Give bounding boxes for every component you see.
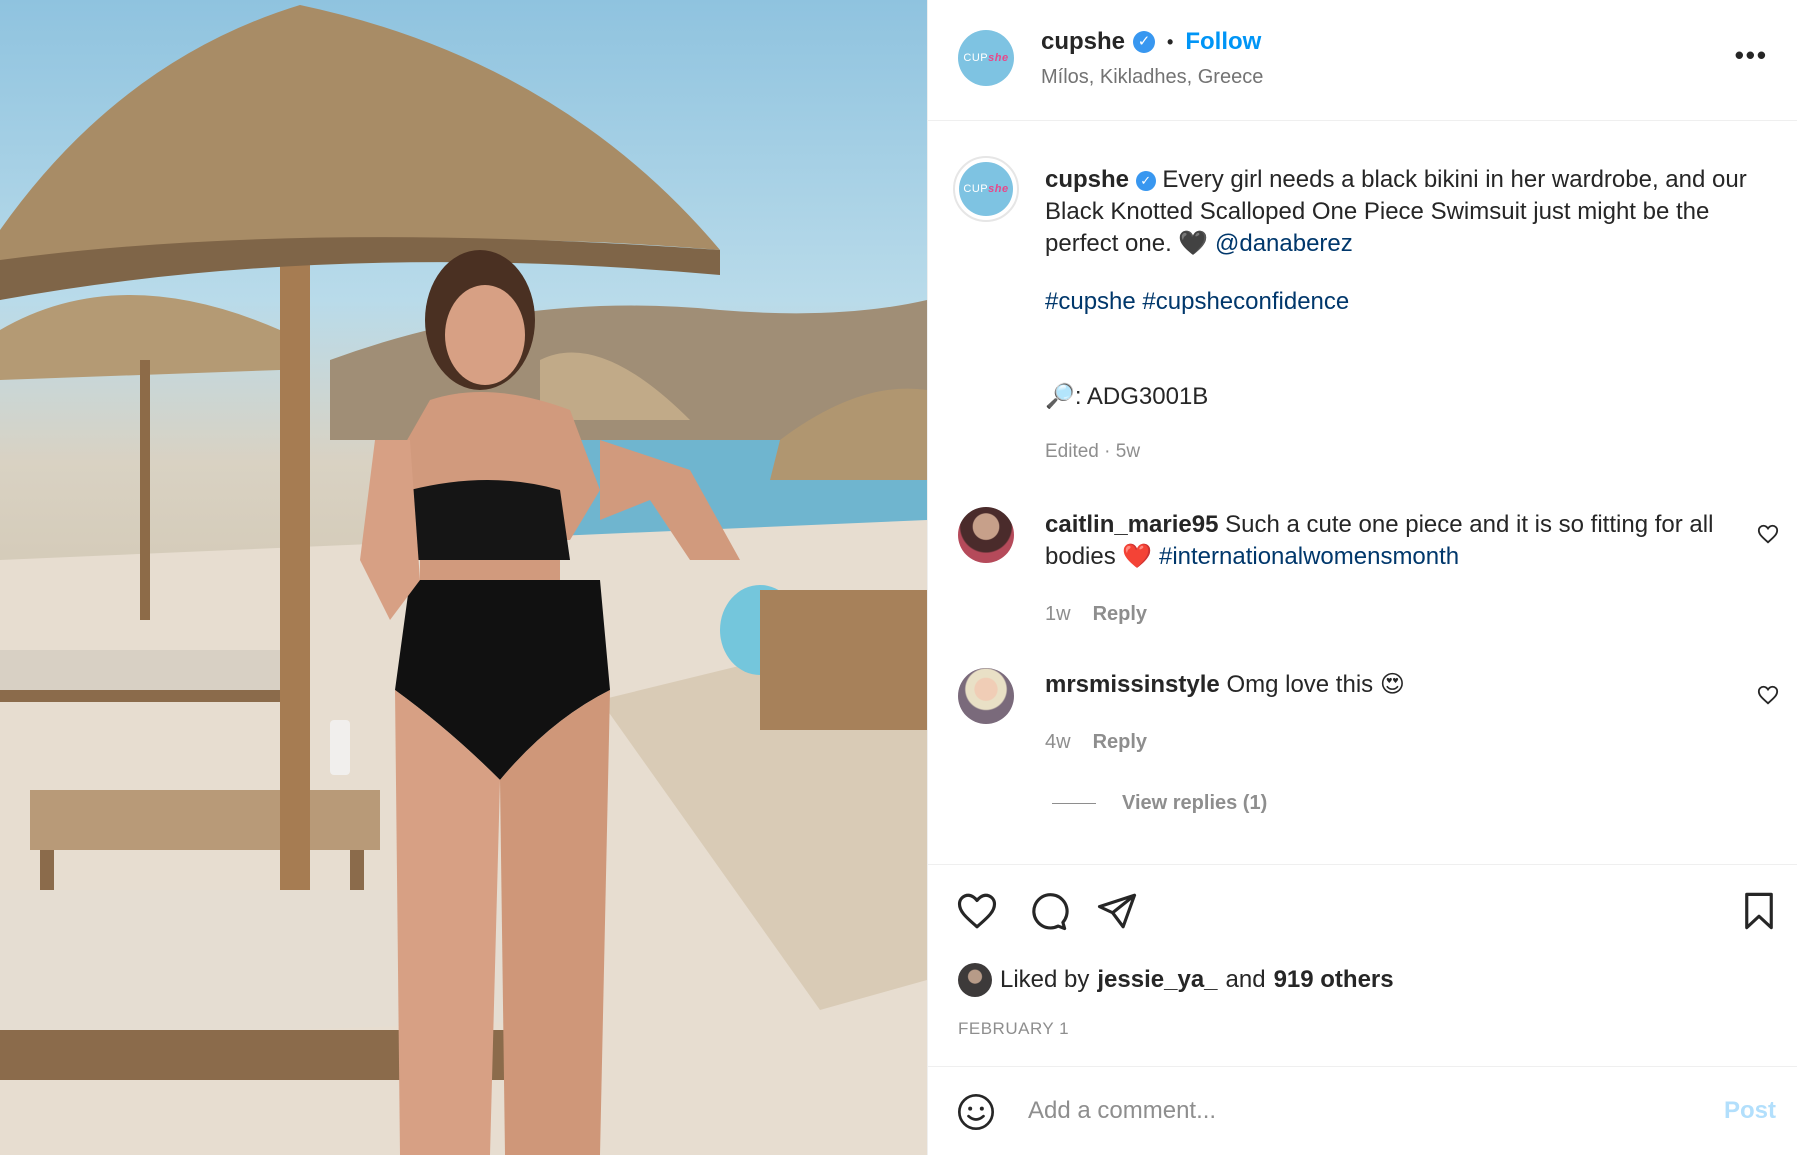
- face: [445, 285, 525, 385]
- author-avatar[interactable]: CUP she: [958, 30, 1014, 86]
- likes-others-link[interactable]: 919 others: [1274, 966, 1394, 994]
- comment-item: mrsmissinstyle Omg love this 😍: [1045, 669, 1735, 701]
- header-user-row: cupshe ✓ • Follow: [1041, 28, 1261, 56]
- separator-dot: •: [1167, 31, 1174, 52]
- lounger-right: [760, 590, 927, 730]
- comment-time: 1w: [1045, 603, 1071, 625]
- reply-button[interactable]: Reply: [1093, 731, 1147, 754]
- wooden-table: [30, 790, 380, 850]
- liker-avatar[interactable]: [958, 963, 992, 997]
- post-details-panel: CUP she cupshe ✓ • Follow Mílos, Kikladhe…: [927, 0, 1797, 1155]
- verified-badge-icon: ✓: [1133, 31, 1156, 53]
- verified-badge-icon: ✓: [1135, 171, 1156, 191]
- more-options-icon[interactable]: •••: [1735, 40, 1768, 71]
- swimsuit-top: [410, 480, 570, 560]
- post-photo[interactable]: [0, 0, 927, 1155]
- red-heart-emoji: ❤️: [1122, 543, 1153, 570]
- author-username[interactable]: cupshe: [1041, 28, 1125, 56]
- beach-scene-illustration: [0, 5, 927, 1155]
- likes-middle: and: [1225, 966, 1266, 993]
- comment-like-heart-icon[interactable]: [1757, 523, 1779, 545]
- black-heart-emoji: 🖤: [1178, 230, 1209, 257]
- post-caption: cupshe ✓ Every girl needs a black bikini…: [1045, 164, 1765, 260]
- comment-item: caitlin_marie95 Such a cute one piece an…: [1045, 509, 1735, 573]
- post-date[interactable]: FEBRUARY 1: [958, 1019, 1069, 1039]
- post-header: CUP she cupshe ✓ • Follow Mílos, Kikladhe…: [928, 0, 1797, 121]
- caption-hashtags[interactable]: #cupshe #cupsheconfidence: [1045, 288, 1349, 316]
- lounger-1: [0, 650, 280, 690]
- caption-mention-link[interactable]: @danaberez: [1215, 230, 1353, 257]
- comment-like-heart-icon[interactable]: [1757, 684, 1779, 706]
- liker-username[interactable]: jessie_ya_: [1097, 966, 1217, 994]
- comment-bubble-icon[interactable]: [1027, 890, 1069, 932]
- caption-meta: Edited · 5w: [1045, 441, 1141, 462]
- comment-username[interactable]: caitlin_marie95: [1045, 511, 1218, 538]
- view-replies-button[interactable]: View replies (1): [1052, 792, 1267, 815]
- comment-username[interactable]: mrsmissinstyle: [1045, 671, 1220, 698]
- comment-bar: Post: [928, 1066, 1797, 1155]
- midriff: [420, 560, 560, 580]
- paper-plane-icon[interactable]: [1096, 890, 1138, 932]
- post-modal: CUP she cupshe ✓ • Follow Mílos, Kikladhe…: [0, 0, 1797, 1155]
- actions-divider: [928, 864, 1797, 865]
- caption-username[interactable]: cupshe: [1045, 166, 1129, 193]
- avatar-logo-accent: she: [988, 183, 1009, 195]
- comment-input[interactable]: [1028, 1089, 1668, 1133]
- comment-meta: 4w Reply: [1045, 731, 1147, 754]
- comment-text: Omg love this: [1226, 671, 1374, 698]
- comment-time: 4w: [1045, 731, 1071, 753]
- comment-hashtag-link[interactable]: #internationalwomensmonth: [1159, 543, 1459, 570]
- likes-summary: Liked by jessie_ya_ and 919 others: [958, 963, 1394, 997]
- umbrella-pole-bg-1: [140, 360, 150, 620]
- heart-eyes-emoji: 😍: [1379, 671, 1405, 698]
- post-comment-button[interactable]: Post: [1724, 1097, 1776, 1125]
- reply-button[interactable]: Reply: [1093, 603, 1147, 626]
- umbrella-pole-main: [280, 160, 310, 890]
- comment-meta: 1w Reply: [1045, 603, 1147, 626]
- caption-author-avatar[interactable]: CUP she: [959, 162, 1013, 216]
- smiley-icon[interactable]: [956, 1092, 996, 1132]
- avatar-logo-text: CUP: [963, 52, 989, 64]
- replies-divider-line: [1052, 803, 1096, 804]
- post-location[interactable]: Mílos, Kikladhes, Greece: [1041, 66, 1263, 89]
- follow-button[interactable]: Follow: [1185, 28, 1261, 56]
- caption-sku: 🔎: ADG3001B: [1045, 383, 1209, 410]
- heart-icon[interactable]: [956, 890, 998, 932]
- lounger-1-frame: [0, 690, 280, 702]
- view-replies-label: View replies (1): [1122, 792, 1268, 814]
- commenter-avatar[interactable]: [958, 507, 1014, 563]
- bookmark-icon[interactable]: [1738, 890, 1780, 932]
- bottle: [330, 720, 350, 775]
- likes-prefix: Liked by: [1000, 966, 1090, 993]
- commenter-avatar[interactable]: [958, 668, 1014, 724]
- avatar-logo-text: CUP: [963, 183, 989, 195]
- avatar-logo-accent: she: [988, 52, 1009, 64]
